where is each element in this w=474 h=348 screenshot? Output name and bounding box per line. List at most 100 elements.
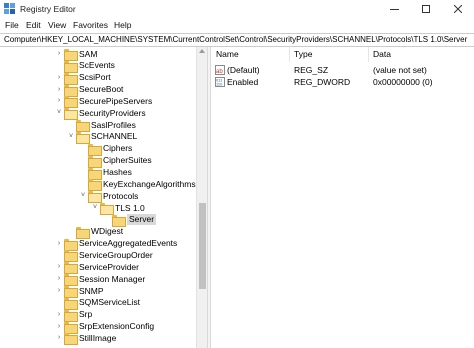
- address-bar[interactable]: Computer\HKEY_LOCAL_MACHINE\SYSTEM\Curre…: [0, 33, 474, 47]
- value-data: (value not set): [373, 65, 427, 75]
- tree-item[interactable]: ServiceGroupOrder: [55, 249, 153, 263]
- chevron-down-icon[interactable]: ˅: [91, 204, 99, 212]
- tree-item[interactable]: › ScsiPort: [55, 72, 111, 85]
- tree-item[interactable]: ˅ SecurityProviders: [55, 107, 146, 121]
- chevron-right-icon[interactable]: ›: [55, 334, 63, 342]
- tree-item[interactable]: ˅ Protocols: [79, 190, 139, 204]
- value-data: 0x00000000 (0): [373, 77, 433, 87]
- tree-item[interactable]: › SAM: [55, 48, 98, 61]
- scrollbar-thumb[interactable]: [199, 203, 206, 289]
- folder-icon: [64, 60, 78, 73]
- tree-item-label: SAM: [79, 48, 98, 59]
- value-type: REG_SZ: [294, 65, 329, 75]
- tree-item-label: SCHANNEL: [91, 131, 138, 142]
- chevron-right-icon[interactable]: ›: [55, 97, 63, 105]
- chevron-right-icon[interactable]: ›: [55, 240, 63, 248]
- tree-item[interactable]: ˅ TLS 1.0: [91, 202, 145, 216]
- column-header-name[interactable]: Name: [216, 47, 239, 62]
- folder-icon: [76, 226, 90, 239]
- chevron-right-icon[interactable]: ›: [55, 50, 63, 58]
- folder-icon: [64, 262, 78, 275]
- chevron-down-icon[interactable]: ˅: [67, 133, 75, 141]
- tree-item[interactable]: SaslProfiles: [67, 119, 136, 133]
- folder-icon: [64, 96, 78, 109]
- chevron-right-icon[interactable]: ›: [55, 323, 63, 331]
- chevron-right-icon[interactable]: ›: [55, 74, 63, 82]
- chevron-right-icon[interactable]: ›: [55, 287, 63, 295]
- maximize-icon: [422, 5, 430, 13]
- folder-icon: [64, 72, 78, 85]
- tree-item-label: ServiceAggregatedEvents: [79, 238, 178, 249]
- key-tree[interactable]: › SAM ScEvents › ScsiPort › SecureBoot › SecureP…: [0, 47, 207, 348]
- chevron-down-icon[interactable]: ˅: [79, 192, 87, 200]
- tree-item-label: SNMP: [79, 285, 104, 296]
- tree-item[interactable]: › SNMP: [55, 285, 104, 298]
- tree-item[interactable]: Hashes: [79, 167, 132, 180]
- chevron-down-icon[interactable]: ˅: [55, 109, 63, 117]
- tree-item-label: SrpExtensionConfig: [79, 321, 155, 332]
- column-header-type[interactable]: Type: [294, 47, 312, 62]
- minimize-button[interactable]: [378, 0, 410, 18]
- column-divider[interactable]: [289, 47, 290, 62]
- tree-item[interactable]: › StillImage: [55, 332, 117, 346]
- value-name: Enabled: [227, 77, 259, 87]
- close-icon: [454, 5, 462, 13]
- folder-icon: [64, 274, 78, 287]
- values-list[interactable]: Name Type Data ab (Default) REG_SZ (valu…: [211, 47, 474, 348]
- menu-favorites[interactable]: Favorites: [73, 20, 108, 30]
- tree-scrollbar[interactable]: [196, 47, 207, 348]
- tree-item[interactable]: › ServiceAggregatedEvents: [55, 238, 178, 251]
- tree-item[interactable]: › Srp: [55, 309, 92, 322]
- tree-item[interactable]: ScEvents: [55, 60, 115, 73]
- menu-view[interactable]: View: [48, 20, 66, 30]
- tree-item[interactable]: CipherSuites: [79, 155, 152, 168]
- tree-item-label: ServiceGroupOrder: [79, 249, 153, 260]
- menu-file[interactable]: File: [5, 20, 19, 30]
- menu-edit[interactable]: Edit: [26, 20, 41, 30]
- chevron-right-icon[interactable]: ›: [55, 311, 63, 319]
- column-header-data[interactable]: Data: [373, 47, 391, 62]
- tree-item[interactable]: Ciphers: [79, 143, 132, 156]
- scroll-up-icon[interactable]: [199, 49, 205, 53]
- tree-item[interactable]: › ServiceProvider: [55, 261, 139, 275]
- tree-item[interactable]: Server: [103, 214, 157, 227]
- column-divider[interactable]: [368, 47, 369, 62]
- folder-icon: [64, 108, 78, 121]
- folder-icon: [64, 321, 78, 334]
- menu-help[interactable]: Help: [114, 20, 131, 30]
- tree-item-label: StillImage: [79, 332, 117, 343]
- tree-item-label: KeyExchangeAlgorithms: [103, 178, 196, 189]
- minimize-icon: [389, 8, 399, 10]
- close-button[interactable]: [442, 0, 474, 18]
- tree-item[interactable]: KeyExchangeAlgorithms: [79, 178, 196, 192]
- address-path[interactable]: Computer\HKEY_LOCAL_MACHINE\SYSTEM\Curre…: [4, 35, 467, 44]
- tree-item[interactable]: › Session Manager: [55, 273, 145, 287]
- tree-item[interactable]: › SecureBoot: [55, 84, 123, 97]
- tree-item[interactable]: › SecurePipeServers: [55, 95, 152, 109]
- folder-icon: [64, 309, 78, 322]
- tree-item[interactable]: ˅ SCHANNEL: [67, 131, 138, 144]
- tree-item[interactable]: SQMServiceList: [55, 297, 140, 310]
- tree-item[interactable]: WDigest: [67, 226, 123, 239]
- tree-item-label: Server: [127, 214, 157, 226]
- maximize-button[interactable]: [410, 0, 442, 18]
- tree-item-label: Protocols: [103, 190, 139, 201]
- chevron-right-icon[interactable]: ›: [55, 263, 63, 271]
- folder-icon: [88, 179, 102, 192]
- folder-icon: [64, 250, 78, 263]
- folder-icon: [64, 84, 78, 97]
- tree-item-label: ScEvents: [79, 60, 115, 71]
- binary-value-icon: 011 110: [215, 77, 225, 87]
- chevron-right-icon[interactable]: ›: [55, 86, 63, 94]
- folder-icon: [88, 191, 102, 204]
- folder-icon: [88, 143, 102, 156]
- tree-item[interactable]: › SrpExtensionConfig: [55, 321, 155, 334]
- folder-icon: [64, 297, 78, 310]
- chevron-right-icon[interactable]: ›: [55, 275, 63, 283]
